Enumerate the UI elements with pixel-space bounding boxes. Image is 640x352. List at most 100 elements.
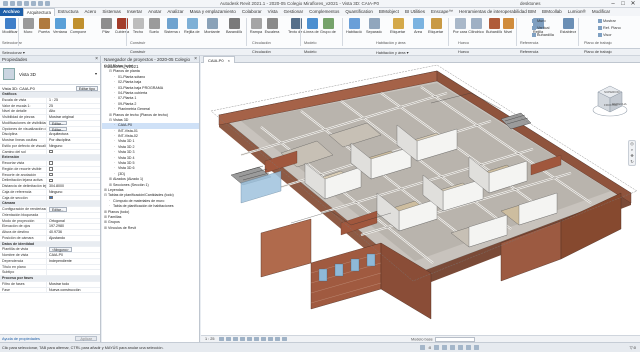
por-cara-button[interactable]: Por cara xyxy=(452,18,468,34)
establecer-button[interactable]: Establecer xyxy=(560,18,576,34)
property-checkbox[interactable] xyxy=(49,195,53,200)
3d-viewport[interactable] xyxy=(201,63,640,335)
property-value[interactable]: Por disciplina xyxy=(46,138,100,143)
property-value[interactable]: Alto xyxy=(46,109,100,114)
save-icon[interactable] xyxy=(10,1,15,6)
redo-icon[interactable] xyxy=(24,1,29,6)
viewcube[interactable]: FRONTAL DERECHA SUPERIOR xyxy=(590,80,630,120)
cubierta-button[interactable]: Cubierta xyxy=(114,18,130,34)
pilar-button[interactable]: Pilar xyxy=(98,18,114,34)
opening-item[interactable]: Vertical xyxy=(532,26,549,30)
property-checkbox[interactable] xyxy=(49,161,53,165)
crop-region-icon[interactable] xyxy=(260,337,266,341)
orbit-icon[interactable]: ↻ xyxy=(629,159,635,165)
property-value[interactable]: Ortogonal xyxy=(46,218,100,224)
shadows-icon[interactable] xyxy=(239,337,245,341)
property-value[interactable]: Independiente xyxy=(46,258,100,264)
reveal-hidden-icon[interactable] xyxy=(281,337,287,341)
property-value[interactable] xyxy=(46,161,100,166)
property-value[interactable]: Editar... xyxy=(46,120,100,126)
puerta-button[interactable]: Puerta xyxy=(36,18,52,34)
tab-analizar[interactable]: Analizar xyxy=(164,8,186,16)
tab-bi-utilities[interactable]: BI Utilities xyxy=(402,8,428,16)
tab-estructura[interactable]: Estructura xyxy=(55,8,82,16)
muro-button[interactable]: Muro xyxy=(20,18,36,34)
panel-dropdown[interactable]: Habitación y área ▾ xyxy=(376,50,409,55)
rampa-button[interactable]: Rampa xyxy=(248,18,264,34)
tab-archivo[interactable]: Archivo xyxy=(0,8,23,16)
temporary-hide-icon[interactable] xyxy=(274,337,280,341)
escalera-button[interactable]: Escalera xyxy=(264,18,280,34)
tab-bimcollab[interactable]: BIMcollab xyxy=(539,8,565,16)
tab-modificar[interactable]: Modificar xyxy=(589,8,613,16)
suelo-button[interactable]: Suelo xyxy=(146,18,162,34)
property-value[interactable] xyxy=(46,212,100,218)
edit-button[interactable]: <Ninguno> xyxy=(49,247,72,252)
tree-node[interactable]: ⊞Vínculos de Revit xyxy=(102,226,199,231)
property-value[interactable]: Mostrar todo xyxy=(46,281,100,287)
tab-anotar[interactable]: Anotar xyxy=(145,8,164,16)
select-by-face-icon[interactable] xyxy=(466,345,472,350)
-rea-button[interactable]: Área xyxy=(410,18,426,34)
crop-view-icon[interactable] xyxy=(253,337,259,341)
tab-complementos[interactable]: Complementos xyxy=(306,8,342,16)
maximize-button[interactable]: □ xyxy=(618,0,628,8)
close-icon[interactable]: × xyxy=(95,56,98,63)
techo-button[interactable]: Techo xyxy=(130,18,146,34)
tab-quantification[interactable]: Quantification xyxy=(342,8,376,16)
property-value[interactable]: 40.9736 xyxy=(46,230,100,235)
panel-dropdown[interactable]: Referencia xyxy=(520,50,538,54)
visual-style-icon[interactable] xyxy=(225,337,231,341)
quick-access-toolbar[interactable] xyxy=(3,1,50,6)
property-checkbox[interactable] xyxy=(49,172,53,177)
render-icon[interactable] xyxy=(246,337,252,341)
tab-insertar[interactable]: Insertar xyxy=(124,8,145,16)
edit-button[interactable]: Editar... xyxy=(49,120,67,126)
tab-lumion-[interactable]: Lumion® xyxy=(565,8,589,16)
panel-dropdown[interactable]: Seleccionar ▾ xyxy=(2,50,25,55)
property-value[interactable]: Editar... xyxy=(46,207,100,212)
opening-item[interactable]: Muro xyxy=(532,19,546,23)
open-icon[interactable] xyxy=(3,1,8,6)
property-value[interactable]: 25 xyxy=(46,103,100,109)
property-value[interactable] xyxy=(46,270,100,275)
property-value[interactable] xyxy=(46,149,100,155)
lock-view-icon[interactable] xyxy=(267,337,273,341)
property-checkbox[interactable] xyxy=(49,149,53,154)
detail-level-icon[interactable] xyxy=(218,337,224,341)
tab-gestionar[interactable]: Gestionar xyxy=(281,8,307,16)
sun-path-icon[interactable] xyxy=(232,337,238,341)
work-plane-item[interactable]: Visor xyxy=(598,33,612,37)
property-value[interactable]: Ninguno xyxy=(46,143,100,149)
ventana-button[interactable]: Ventana xyxy=(52,18,68,34)
3d-view-icon[interactable] xyxy=(45,1,50,6)
workset-icon[interactable] xyxy=(420,345,425,350)
rejilla-de-muro-cortina-button[interactable]: Rejilla de muro cortina xyxy=(184,18,200,34)
tab-acero[interactable]: Acero xyxy=(82,8,100,16)
panel-dropdown[interactable]: Hueco xyxy=(458,50,469,54)
property-value[interactable] xyxy=(46,195,100,201)
edit-button[interactable]: Editar... xyxy=(49,207,67,212)
tab-vista[interactable]: Vista xyxy=(265,8,281,16)
grupo-de-modelo-button[interactable]: Grupo de modelo xyxy=(320,18,336,34)
sistema-de-muro-cortina-button[interactable]: Sistema de muro cortina xyxy=(164,18,180,34)
nivel-button[interactable]: Nivel xyxy=(500,18,516,34)
property-value[interactable] xyxy=(46,172,100,178)
property-value[interactable]: 1 : 25 xyxy=(46,97,100,103)
panel-dropdown[interactable]: Circulación xyxy=(252,50,271,54)
property-value[interactable]: Mostrar original xyxy=(46,115,100,120)
property-value[interactable] xyxy=(46,178,100,183)
select-links-icon[interactable] xyxy=(442,345,448,350)
cilindrico-button[interactable]: Cilindrico xyxy=(468,18,484,34)
user-name[interactable]: desktones xyxy=(520,1,541,6)
property-value[interactable]: CAIA-P0 xyxy=(46,253,100,258)
close-icon[interactable]: × xyxy=(194,56,197,63)
separador-de-habitaciones-button[interactable]: Separador de habitaciones xyxy=(366,18,382,34)
property-checkbox[interactable] xyxy=(49,167,53,171)
modificar-button[interactable]: Modificar xyxy=(2,18,18,34)
tab-herramientas-de-interoperabilidad-bim[interactable]: Herramientas de interoperabilidad BIM xyxy=(456,8,539,16)
barandilla-button[interactable]: Barandilla xyxy=(226,18,242,34)
etiquetar-rea-button[interactable]: Etiquetar área xyxy=(428,18,444,34)
tab-masa-y-emplazamiento[interactable]: Masa y emplazamiento xyxy=(187,8,239,16)
property-value[interactable]: <Ninguno> xyxy=(46,247,100,252)
